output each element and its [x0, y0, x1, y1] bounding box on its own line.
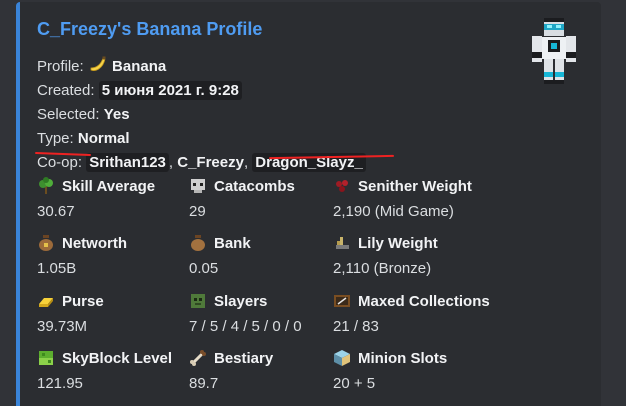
stat-field: Purse 39.73M [37, 290, 197, 336]
profile-row: Profile: Banana [37, 55, 366, 79]
coop-member: Srithan123 [86, 153, 169, 172]
stat-field: Skill Average 30.67 [37, 175, 197, 220]
field-value: 121.95 [37, 375, 83, 392]
stat-field: Senither Weight 2,190 (Mid Game) [333, 175, 533, 221]
profile-value: Banana [112, 58, 167, 75]
field-name: Slayers [214, 292, 268, 310]
stat-field: Lily Weight 2,110 (Bronze) [333, 232, 533, 278]
stat-field: Slayers 7 / 5 / 4 / 5 / 0 / 0 [189, 290, 349, 336]
type-row: Type: Normal [37, 127, 366, 151]
field-value: 0.05 [189, 260, 219, 277]
stat-field: Bestiary 89.7 [189, 347, 349, 393]
banana-icon [90, 56, 106, 71]
coop-label: Co-op: [37, 154, 83, 171]
embed-title[interactable]: C_Freezy's Banana Profile [37, 19, 262, 40]
stat-field: Bank 0.05 [189, 232, 349, 278]
bank-bag-icon [191, 235, 205, 251]
selected-row: Selected: Yes [37, 103, 366, 127]
field-name: Skill Average [62, 177, 156, 195]
created-row: Created: 5 июня 2021 г. 9:28 [37, 79, 366, 103]
field-name: Catacombs [214, 177, 295, 195]
field-value: 29 [189, 203, 206, 220]
stat-field: Networth 1.05B [37, 232, 197, 278]
field-name: Purse [62, 292, 104, 310]
minecraft-skin-avatar [532, 18, 576, 84]
zombie-head-icon [191, 294, 205, 308]
field-name: Networth [62, 234, 127, 252]
bone-icon [190, 350, 206, 366]
field-value: 30.67 [37, 203, 75, 220]
field-name: Minion Slots [358, 349, 448, 367]
field-name: SkyBlock Level [62, 349, 173, 367]
created-value: 5 июня 2021 г. 9:28 [98, 81, 242, 100]
field-name: Bank [214, 234, 251, 252]
minion-block-icon [334, 350, 350, 366]
selected-label: Selected: [37, 106, 100, 123]
field-name: Bestiary [214, 349, 274, 367]
stat-field: Minion Slots 20 + 5 [333, 347, 533, 393]
field-value: 1.05B [37, 260, 77, 277]
field-value: 20 + 5 [333, 375, 376, 392]
profile-label: Profile: [37, 58, 84, 75]
stat-field: Maxed Collections 21 / 83 [333, 290, 533, 336]
created-label: Created: [37, 82, 95, 99]
nether-wart-icon [336, 180, 348, 192]
type-label: Type: [37, 130, 74, 147]
stat-field: Catacombs 29 [189, 175, 349, 221]
coop-separator: , [168, 154, 178, 171]
lily-pad-icon [336, 237, 349, 249]
profile-embed: C_Freezy's Banana Profile Profile: Banan… [16, 2, 601, 406]
field-name: Maxed Collections [358, 292, 490, 310]
skyblock-grass-icon [39, 351, 53, 365]
field-value: 2,110 (Bronze) [333, 260, 432, 277]
field-value: 39.73M [37, 318, 88, 335]
painting-icon [334, 295, 350, 307]
skull-icon [191, 179, 205, 193]
field-value: 21 / 83 [333, 318, 379, 335]
field-value: 2,190 (Mid Game) [333, 203, 454, 220]
coin-bag-icon [39, 235, 53, 251]
field-name: Lily Weight [358, 234, 438, 252]
stat-field: SkyBlock Level 121.95 [37, 347, 197, 393]
field-name: Senither Weight [358, 177, 472, 195]
selected-value: Yes [103, 106, 130, 123]
gold-ingot-icon [39, 298, 53, 307]
field-value: 7 / 5 / 4 / 5 / 0 / 0 [189, 318, 302, 335]
field-value: 89.7 [189, 375, 219, 392]
skill-sapling-icon [39, 177, 53, 194]
coop-member: C_Freezy [177, 154, 244, 171]
type-value: Normal [77, 130, 130, 147]
